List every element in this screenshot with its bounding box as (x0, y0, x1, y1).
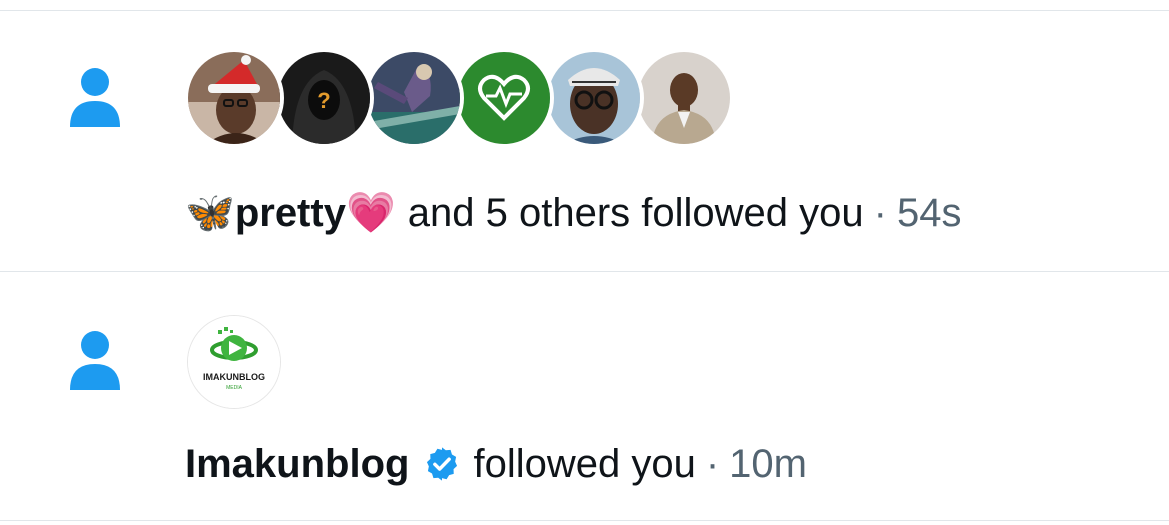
separator-dot: · (705, 442, 720, 486)
avatar-illustrated-figure[interactable] (368, 52, 460, 144)
notification-follow-group[interactable]: ? 🦋 pretty 💗 and 5 others followed you ·… (0, 11, 1169, 271)
svg-text:?: ? (317, 88, 330, 113)
person-icon (70, 68, 120, 127)
person-icon (70, 331, 120, 390)
follow-action-text: and 5 others followed you (407, 191, 864, 235)
avatar-man-glasses-cap[interactable] (548, 52, 640, 144)
bottom-divider (0, 520, 1169, 521)
separator-dot: · (873, 191, 887, 235)
verified-badge-icon (427, 447, 458, 481)
notification-follow-single[interactable]: IMAKUNBLOG MEDIA Imakunblog followed you… (0, 272, 1169, 520)
follower-name[interactable]: Imakunblog (185, 440, 409, 488)
butterfly-emoji: 🦋 (185, 191, 235, 235)
notification-text: 🦋 pretty 💗 and 5 others followed you · 5… (185, 189, 961, 237)
logo-subtext: MEDIA (226, 385, 243, 391)
pink-heart-emoji: 💗 (345, 191, 396, 235)
avatar-green-heart-logo[interactable] (458, 52, 550, 144)
follow-action-text: followed you (473, 442, 696, 486)
avatar-imakunblog-logo[interactable]: IMAKUNBLOG MEDIA (188, 316, 280, 408)
avatar-hooded-question[interactable]: ? (278, 52, 370, 144)
follower-name[interactable]: pretty (235, 189, 346, 237)
logo-text: IMAKUNBLOG (203, 372, 265, 382)
timestamp[interactable]: 10m (729, 440, 807, 488)
avatar-man-suit[interactable] (638, 52, 730, 144)
notification-text: Imakunblog followed you · 10m (185, 440, 807, 488)
timestamp[interactable]: 54s (897, 189, 962, 237)
avatar-pretty-santa-hat[interactable] (188, 52, 280, 144)
